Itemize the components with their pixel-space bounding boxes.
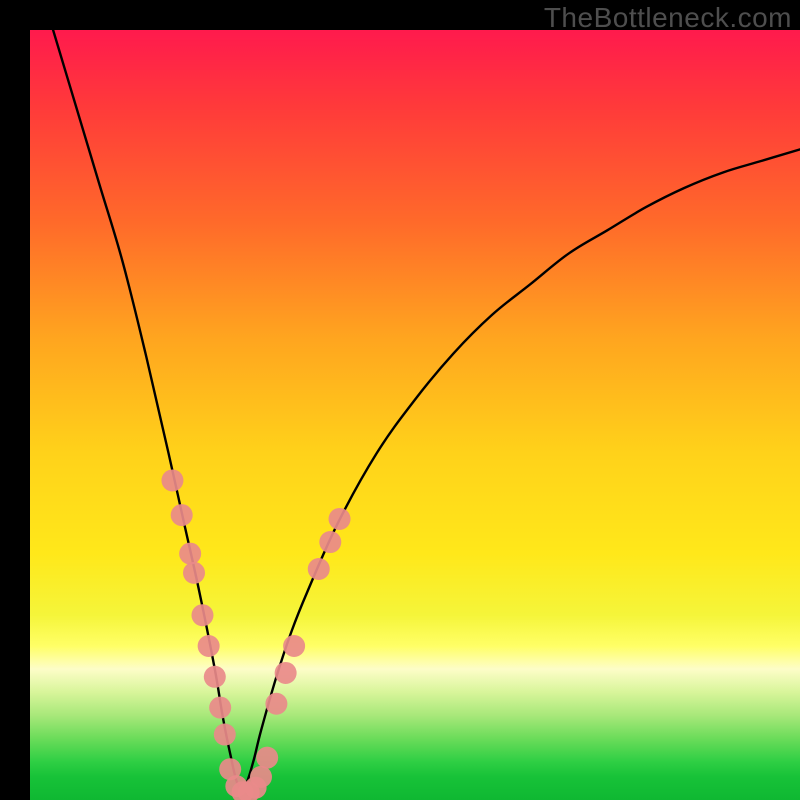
plot-area <box>30 30 800 800</box>
chart-frame: TheBottleneck.com <box>0 0 800 800</box>
watermark-text: TheBottleneck.com <box>544 2 792 34</box>
